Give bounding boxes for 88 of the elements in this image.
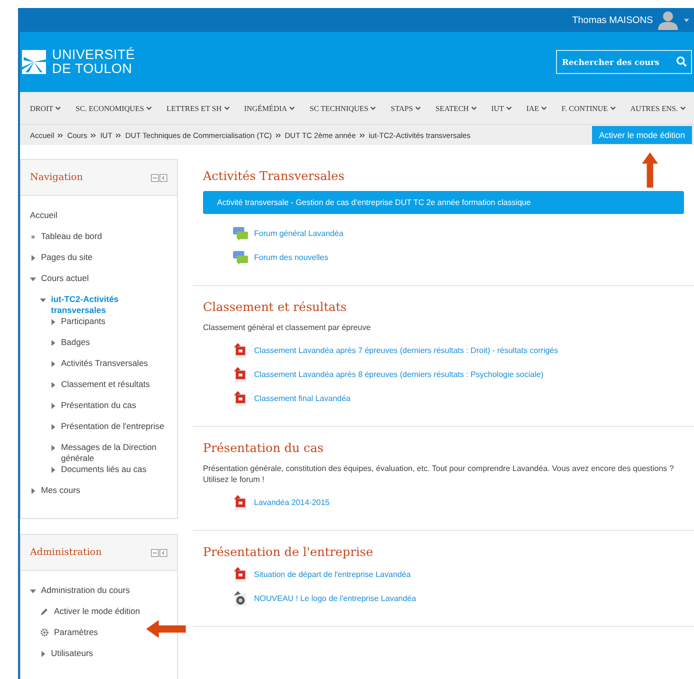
collapsed-caret-icon[interactable] [30,255,36,261]
breadcrumb-separator-icon [90,132,98,138]
pdf-file-icon [233,495,248,510]
section-description: Présentation générale, constitution des équipes, évaluation, etc. Tout pour comprendre Lavandéa. Vous avez encore des questions ? Utilisez le forum ! [203,463,675,485]
tree-item[interactable]: Messages de la Direction générale [61,442,168,464]
user-name[interactable]: Thomas MAISONS [572,14,653,26]
caret-icon [55,106,62,110]
section-title: Classement et résultats [203,300,348,314]
pdf-file-icon [233,367,248,382]
tree-item[interactable]: Badges [61,337,90,348]
image-file-icon [233,591,248,606]
collapsed-caret-icon[interactable] [50,319,56,325]
arrow-icon [642,150,658,190]
section-title: Activités Transversales [203,169,346,183]
tree-item[interactable]: Paramètres [54,627,98,638]
collapsed-caret-icon[interactable] [40,651,46,657]
collapsed-caret-icon[interactable] [30,488,36,494]
tree-item[interactable]: Mes cours [41,485,80,496]
arrow-icon [144,620,188,638]
pencil-icon [40,607,49,616]
pdf-file-icon [233,343,248,358]
forum-icon [233,250,248,265]
breadcrumb-separator-icon [115,132,122,138]
tree-item[interactable]: Accueil [30,210,58,221]
tree-item[interactable]: Cours actuel [41,273,89,284]
collapsed-caret-icon[interactable] [50,467,56,473]
pdf-file-icon [233,567,248,582]
activity-link[interactable]: Lavandéa 2014-2015 [254,498,330,507]
dropdown-caret-icon[interactable] [683,18,690,22]
tree-item[interactable]: Pages du site [41,252,93,263]
search-field[interactable]: Rechercher des cours [556,50,692,74]
logo-icon [22,50,46,74]
caret-icon [506,106,512,110]
activity-link[interactable]: Classement Lavandéa après 8 épreuves (derniers résultats : Psychologie sociale) [254,370,544,379]
tree-item[interactable]: Activer le mode édition [54,606,140,617]
search-icon[interactable] [676,56,687,67]
collapsed-caret-icon[interactable] [50,424,56,430]
block-controls-icon[interactable] [151,548,168,556]
activity-link[interactable]: NOUVEAU ! Le logo de l'entreprise Lavandéa [254,594,416,603]
tree-item[interactable]: iut-TC2-Activités transversales [51,294,168,316]
activity-link[interactable]: Forum général Lavandéa [254,229,344,238]
tree-item[interactable]: Présentation du cas [61,400,136,411]
caret-icon [414,106,421,110]
tree-item[interactable]: Activités Transversales [61,358,148,369]
section-title: Présentation du cas [203,441,325,455]
caret-icon [541,106,548,110]
logo-text: DE TOULON [52,62,134,76]
collapsed-caret-icon[interactable] [50,445,56,451]
block-title: Administration [30,547,102,558]
collapsed-caret-icon[interactable] [50,403,56,409]
settings-icon [40,628,49,637]
caret-icon [680,106,686,110]
tree-item[interactable]: Participants [61,316,106,327]
expanded-caret-icon[interactable] [30,588,36,594]
activity-link[interactable]: Forum des nouvelles [254,253,328,262]
breadcrumb-separator-icon [57,132,64,138]
tree-item[interactable]: Présentation de l'entreprise [61,421,164,432]
section-title: Présentation de l'entreprise [203,545,374,559]
caret-icon [470,106,477,110]
tree-item[interactable]: Utilisateurs [51,648,94,659]
logo-text: UNIVERSITÉ [52,48,136,62]
caret-icon [289,106,296,110]
tree-item[interactable]: Administration du cours [41,585,130,596]
collapsed-caret-icon[interactable] [50,340,56,346]
caret-icon [146,106,152,110]
expanded-caret-icon[interactable] [30,276,36,282]
tree-item[interactable]: Documents liés au cas [61,464,147,475]
tree-item[interactable]: Tableau de bord [41,231,102,242]
tree-item[interactable]: Classement et résultats [61,379,150,390]
section-banner: Activité transversale - Gestion de cas d'entreprise DUT TC 2e année formation classique [203,191,684,214]
collapsed-caret-icon[interactable] [50,382,56,388]
caret-icon [370,106,376,110]
breadcrumb-separator-icon [274,132,282,138]
caret-icon [610,106,616,110]
caret-icon [224,106,230,110]
activity-link[interactable]: Classement final Lavandéa [254,394,351,403]
activity-link[interactable]: Situation de départ de l'entreprise Lavandéa [254,570,411,579]
avatar-icon[interactable] [657,10,679,30]
section-description: Classement général et classement par épreuve [203,322,372,333]
collapsed-caret-icon[interactable] [50,361,56,367]
pdf-file-icon [233,391,248,406]
breadcrumb-separator-icon [358,132,366,138]
activity-link[interactable]: Classement Lavandéa après 7 épreuves (derniers résultats : Droit) - résultats corrigés [254,346,558,355]
forum-icon [233,226,248,241]
expanded-caret-icon[interactable] [40,297,46,303]
bullet-icon [30,234,36,240]
block-title: Navigation [30,172,83,183]
block-controls-icon[interactable] [151,174,168,182]
